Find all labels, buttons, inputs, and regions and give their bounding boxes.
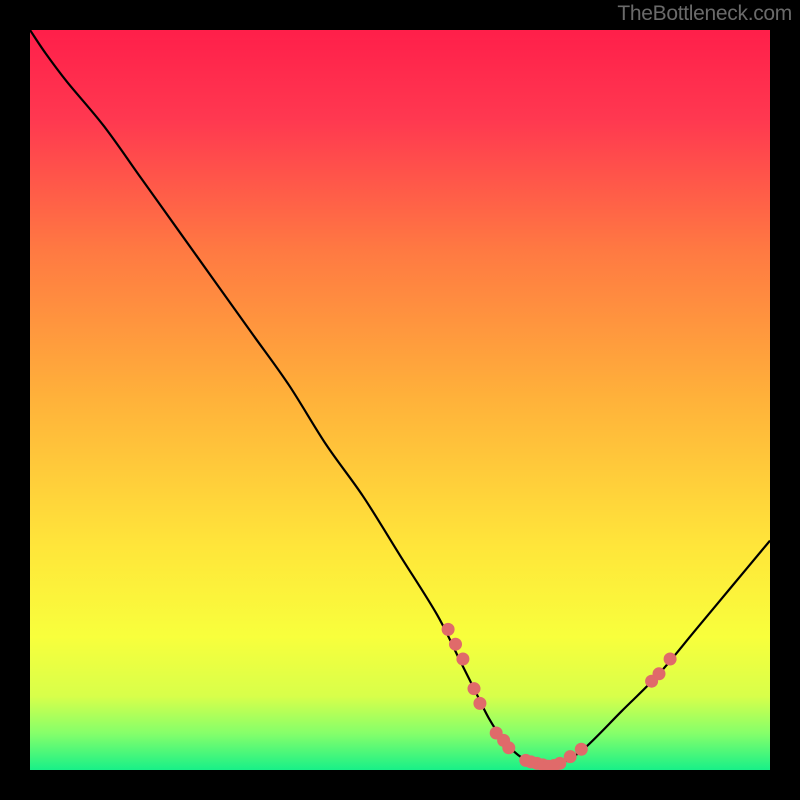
highlight-marker (653, 667, 666, 680)
chart-plot-area (30, 30, 770, 770)
watermark-text: TheBottleneck.com (617, 2, 792, 26)
highlight-marker (442, 623, 455, 636)
highlight-marker (564, 750, 577, 763)
chart-svg (30, 30, 770, 770)
highlight-marker (456, 653, 469, 666)
highlight-marker (468, 682, 481, 695)
chart-background (30, 30, 770, 770)
highlight-marker (575, 743, 588, 756)
highlight-marker (502, 741, 515, 754)
highlight-marker (473, 697, 486, 710)
highlight-marker (664, 653, 677, 666)
highlight-marker (449, 638, 462, 651)
